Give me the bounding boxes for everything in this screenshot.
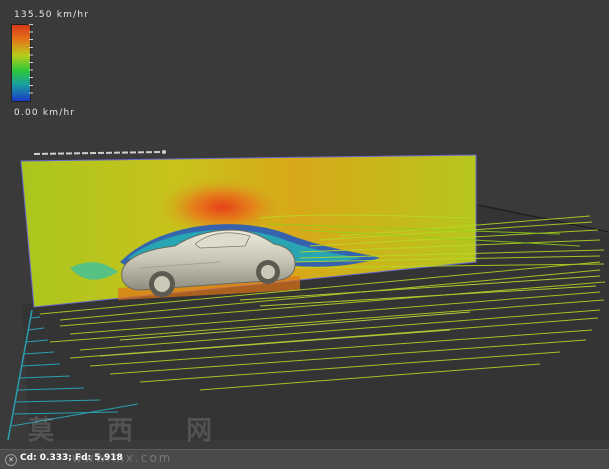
scale-bar <box>33 150 166 155</box>
cfd-scene <box>7 150 609 441</box>
legend-ticks <box>29 24 33 100</box>
watermark-url: www.mx.com <box>72 451 173 465</box>
legend-color-bar <box>11 24 31 102</box>
watermark-logo: 莫 西 网 <box>28 416 235 446</box>
legend-max-label: 135.50 km/hr <box>14 10 90 20</box>
close-icon[interactable]: ✕ <box>5 454 17 466</box>
3d-viewport[interactable]: 135.50 km/hr 0.00 km/hr 莫 西 网 ✕ Cd: 0.33… <box>0 0 609 469</box>
legend-min-label: 0.00 km/hr <box>14 108 76 118</box>
